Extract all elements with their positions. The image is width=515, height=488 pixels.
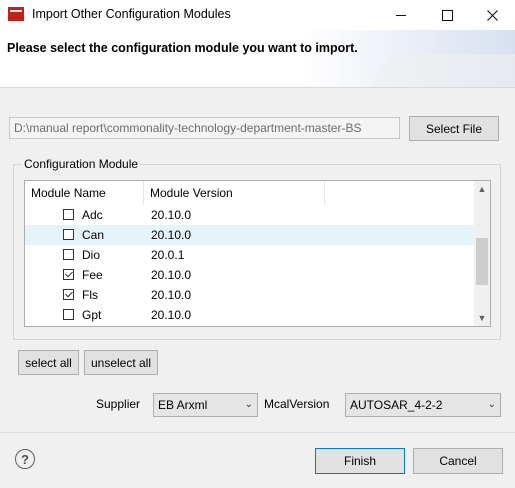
path-field[interactable] <box>9 117 400 139</box>
module-name: Adc <box>82 208 103 222</box>
finish-button[interactable]: Finish <box>315 448 405 474</box>
module-name: Gpt <box>82 308 102 322</box>
supplier-value: EB Arxml <box>158 398 208 412</box>
module-version: 20.10.0 <box>151 308 192 322</box>
table-row[interactable]: Adc 20.10.0 <box>25 205 474 225</box>
scroll-down-icon[interactable]: ▼ <box>474 310 490 326</box>
table-row[interactable]: Fls 20.10.0 <box>25 285 474 305</box>
module-checkbox-checked[interactable] <box>63 269 74 280</box>
minimize-icon <box>396 14 406 16</box>
table-header: Module Name Module Version <box>25 181 474 205</box>
module-version: 20.10.0 <box>151 228 192 242</box>
banner-decoration-stripe <box>368 54 515 87</box>
minimize-button[interactable] <box>378 0 424 30</box>
supplier-select[interactable]: EB Arxml ⌄ <box>153 393 258 417</box>
app-icon <box>8 7 24 21</box>
module-checkbox-checked[interactable] <box>63 289 74 300</box>
mcal-version-value: AUTOSAR_4-2-2 <box>350 398 443 412</box>
banner-title: Please select the configuration module y… <box>7 41 358 55</box>
column-header-module-name[interactable]: Module Name <box>25 181 144 205</box>
module-checkbox[interactable] <box>63 229 74 240</box>
table-row[interactable]: Fee 20.10.0 <box>25 265 474 285</box>
module-name: Fls <box>82 288 98 302</box>
close-button[interactable] <box>469 0 515 30</box>
maximize-icon <box>441 9 453 21</box>
table-row[interactable]: Can 20.10.0 <box>25 225 474 245</box>
module-name: Can <box>82 228 105 242</box>
select-file-button[interactable]: Select File <box>409 116 499 141</box>
module-name: Dio <box>82 248 101 262</box>
module-table: Module Name Module Version Adc 20.10.0 C… <box>24 180 491 327</box>
maximize-button[interactable] <box>424 0 470 30</box>
vertical-scrollbar[interactable]: ▲ ▼ <box>474 181 490 326</box>
scrollbar-thumb[interactable] <box>476 238 488 285</box>
path-input[interactable] <box>10 118 399 138</box>
cancel-button[interactable]: Cancel <box>413 448 503 474</box>
column-header-module-version[interactable]: Module Version <box>144 181 325 205</box>
group-legend: Configuration Module <box>22 157 141 171</box>
footer-divider <box>0 432 515 433</box>
module-checkbox[interactable] <box>63 309 74 320</box>
select-all-button[interactable]: select all <box>18 350 79 375</box>
module-version: 20.0.1 <box>151 248 185 262</box>
scroll-up-icon[interactable]: ▲ <box>474 181 490 197</box>
unselect-all-button[interactable]: unselect all <box>84 350 158 375</box>
module-version: 20.10.0 <box>151 268 192 282</box>
table-row[interactable]: Dio 20.0.1 <box>25 245 474 265</box>
chevron-down-icon: ⌄ <box>244 399 253 410</box>
chevron-down-icon: ⌄ <box>487 399 496 410</box>
module-checkbox[interactable] <box>63 249 74 260</box>
module-version: 20.10.0 <box>151 208 192 222</box>
module-checkbox[interactable] <box>63 209 74 220</box>
wizard-banner: Please select the configuration module y… <box>0 30 515 88</box>
close-icon <box>486 9 498 21</box>
window-title: Import Other Configuration Modules <box>32 7 231 21</box>
help-icon[interactable]: ? <box>15 449 35 469</box>
module-name: Fee <box>82 268 103 282</box>
table-rows: Adc 20.10.0 Can 20.10.0 Dio 20.0.1 Fee 2… <box>25 205 474 325</box>
module-version: 20.10.0 <box>151 288 192 302</box>
mcal-version-select[interactable]: AUTOSAR_4-2-2 ⌄ <box>345 393 501 417</box>
supplier-label: Supplier <box>96 397 141 411</box>
title-bar: Import Other Configuration Modules <box>0 0 515 30</box>
table-row[interactable]: Gpt 20.10.0 <box>25 305 474 325</box>
mcal-version-label: McalVersion <box>264 397 330 411</box>
